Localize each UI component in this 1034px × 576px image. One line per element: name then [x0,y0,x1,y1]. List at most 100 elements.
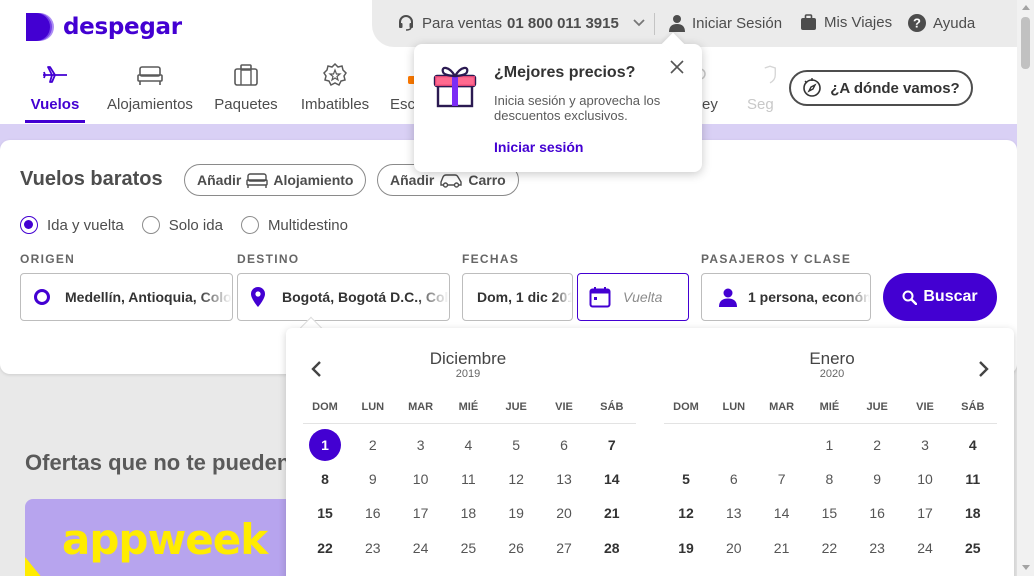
despegar-logo[interactable]: despegar [24,10,182,44]
calendar-day[interactable]: 25 [452,532,484,564]
calendar-day[interactable]: 2 [357,429,389,461]
radio-button[interactable] [20,216,38,234]
calendar-day[interactable]: 16 [861,497,893,529]
calendar-day[interactable]: 22 [309,532,341,564]
calendar-day[interactable]: 9 [357,463,389,495]
nav-item-alojamientos[interactable]: Alojamientos [105,62,195,113]
calendar-day[interactable]: 7 [596,429,628,461]
calendar-day[interactable]: 9 [861,463,893,495]
calendar-day[interactable]: 21 [766,532,798,564]
calendar-day[interactable]: 3 [909,429,941,461]
calendar-day[interactable]: 18 [957,497,989,529]
calendar-day[interactable]: 8 [813,463,845,495]
origin-field[interactable]: Medellín, Antioquia, Colombia [20,273,233,321]
calendar-day[interactable]: 2 [861,429,893,461]
popover-login-link[interactable]: Iniciar sesión [494,139,583,155]
add-lodging-button[interactable]: Añadir Alojamiento [184,164,367,196]
calendar-day[interactable]: 27 [548,532,580,564]
calendar-day[interactable]: 7 [766,463,798,495]
scrollbar[interactable] [1017,0,1034,576]
calendar-day[interactable]: 10 [909,463,941,495]
scroll-up-icon[interactable] [1022,5,1030,10]
calendar-day[interactable]: 11 [452,463,484,495]
help-link[interactable]: ? Ayuda [908,14,975,32]
calendar-day[interactable]: 12 [500,463,532,495]
where-to-go-button[interactable]: ¿A dónde vamos? [789,70,973,106]
calendar-day[interactable]: 22 [813,532,845,564]
calendar-day-selected[interactable]: 1 [309,429,341,461]
calendar-day[interactable]: 15 [813,497,845,529]
calendar-day[interactable]: 17 [405,497,437,529]
return-date-field[interactable]: Vuelta [577,273,689,321]
calendar-day[interactable]: 10 [405,463,437,495]
login-link[interactable]: Iniciar Sesión [669,14,782,32]
next-month-button[interactable] [978,360,990,383]
calendar-day[interactable]: 15 [309,497,341,529]
calendar-day[interactable]: 23 [357,532,389,564]
calendar-day[interactable]: 4 [452,429,484,461]
prev-month-button[interactable] [310,360,322,383]
calendar-day[interactable]: 16 [357,497,389,529]
sales-phone-dropdown[interactable]: Para ventas 01 800 011 3915 [397,14,652,32]
calendar-day[interactable]: 3 [405,429,437,461]
calendar-day[interactable]: 20 [718,532,750,564]
appweek-banner[interactable]: appweek [25,499,295,576]
weekday-header: MAR [408,401,434,413]
calendar-day[interactable]: 17 [909,497,941,529]
calendar-day[interactable]: 6 [718,463,750,495]
calendar-day[interactable]: 25 [957,532,989,564]
calendar-day[interactable]: 11 [957,463,989,495]
nav-item-paquetes[interactable]: Paquetes [213,62,279,113]
calendar-day[interactable]: 26 [500,532,532,564]
calendar-day[interactable]: 18 [452,497,484,529]
bed-icon [246,173,269,188]
weekday-header: SÁB [961,401,985,413]
nav-label: Esc [390,96,416,113]
calendar-day[interactable]: 5 [670,463,702,495]
departure-value: Dom, 1 dic 2019 [477,289,572,305]
weekday-header: VIE [916,401,934,413]
close-icon[interactable] [670,60,684,79]
search-title: Vuelos baratos [20,168,163,190]
add-prefix: Añadir [390,172,435,188]
calendar-day[interactable]: 1 [813,429,845,461]
trip-type-oneway[interactable]: Solo ida [141,216,223,234]
nav-item-seguros[interactable]: Seg [747,62,777,113]
calendar-day[interactable]: 19 [670,532,702,564]
date-picker: Diciembre 2019 Enero 2020 DOM LUN MAR MIÉ JU… [286,328,1014,576]
calendar-day[interactable]: 5 [500,429,532,461]
logo-icon [24,11,56,43]
passengers-field[interactable]: 1 persona, económica [701,273,871,321]
calendar-day[interactable]: 14 [766,497,798,529]
nav-label: Seg [747,96,774,113]
scroll-down-icon[interactable] [1022,565,1030,570]
scroll-thumb[interactable] [1021,17,1030,69]
calendar-day[interactable]: 4 [957,429,989,461]
calendar-day[interactable]: 14 [596,463,628,495]
radio-button[interactable] [141,216,160,234]
nav-item-imbatibles[interactable]: Imbatibles [298,62,372,113]
calendar-day[interactable]: 21 [596,497,628,529]
calendar-day[interactable]: 24 [405,532,437,564]
weekday-header: SÁB [600,401,624,413]
calendar-day[interactable]: 24 [909,532,941,564]
calendar-day[interactable]: 13 [718,497,750,529]
calendar-day[interactable]: 8 [309,463,341,495]
radio-button[interactable] [240,216,259,234]
calendar-day[interactable]: 28 [596,532,628,564]
calendar-day[interactable]: 12 [670,497,702,529]
destination-field[interactable]: Bogotá, Bogotá D.C., Colombia [237,273,450,321]
calendar-day[interactable]: 20 [548,497,580,529]
trip-type-multi[interactable]: Multidestino [240,216,348,234]
calendar-day[interactable]: 23 [861,532,893,564]
search-button[interactable]: Buscar [883,273,997,321]
calendar-day[interactable]: 13 [548,463,580,495]
nav-item-vuelos[interactable]: Vuelos [25,62,85,113]
my-trips-link[interactable]: Mis Viajes [800,14,892,31]
calendar-day[interactable]: 6 [548,429,580,461]
trip-type-roundtrip[interactable]: Ida y vuelta [20,216,124,234]
nav-item-escapadas[interactable]: Esc [390,62,416,113]
calendar-day[interactable]: 19 [500,497,532,529]
departure-date-field[interactable]: Dom, 1 dic 2019 [462,273,573,321]
nav-item-hidden[interactable]: ey [702,62,722,113]
